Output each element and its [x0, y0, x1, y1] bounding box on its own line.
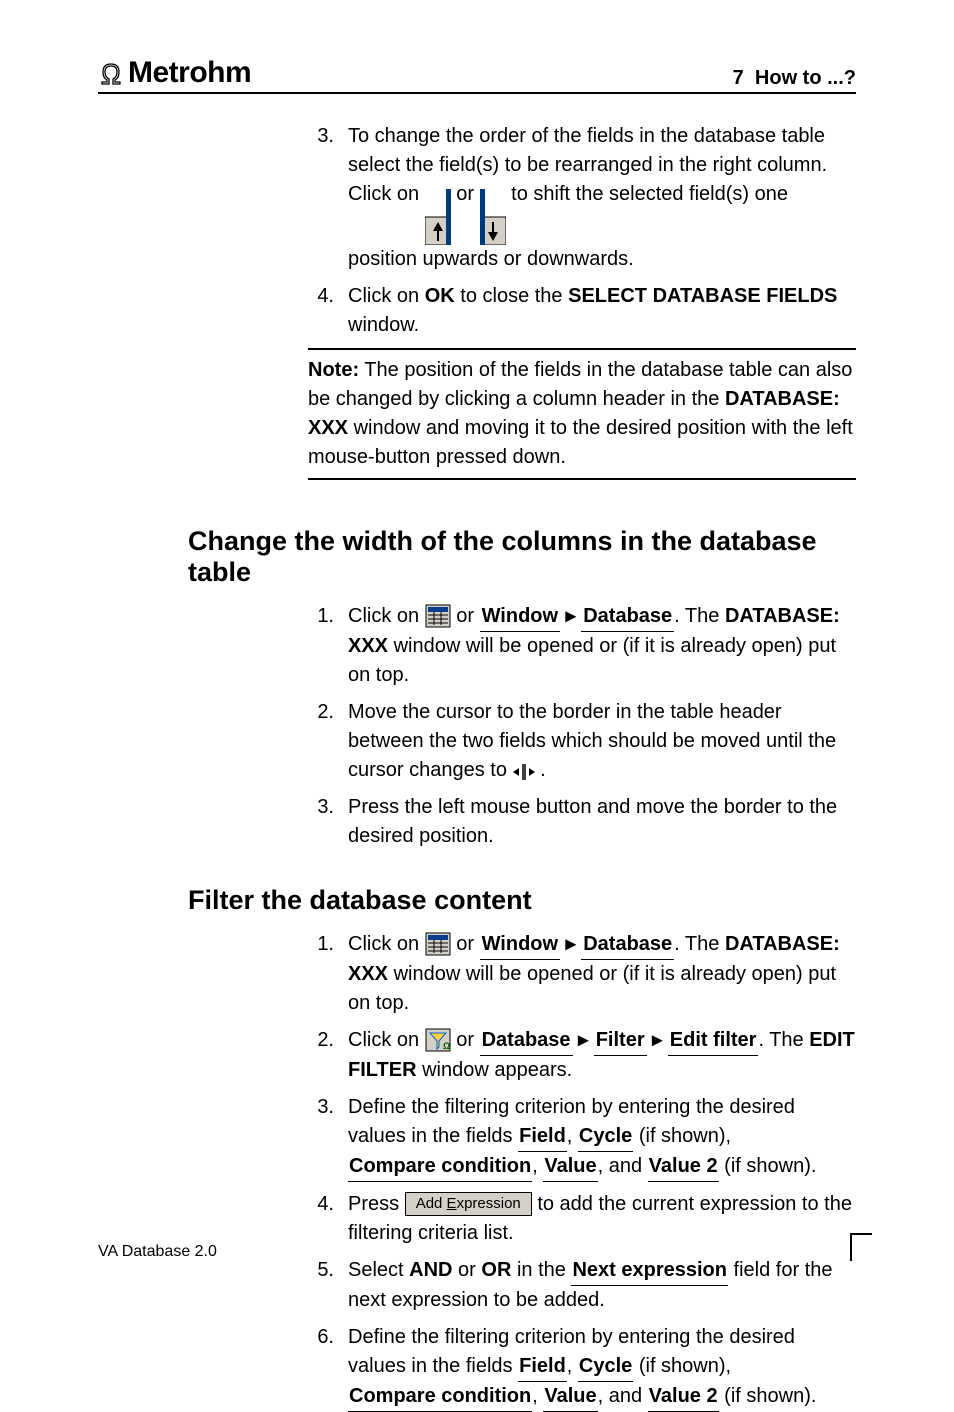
footer-left: VA Database 2.0	[98, 1243, 217, 1261]
section-change-width-title: Change the width of the columns in the d…	[98, 526, 856, 588]
page-footer: VA Database 2.0 185	[98, 1233, 872, 1261]
step-b1: 1. Click on or	[308, 602, 856, 690]
steps-block-a: 3. To change the order of the fields in …	[308, 122, 856, 340]
brand-logo: Metrohm	[98, 56, 251, 90]
step-b3: 3. Press the left mouse button and move …	[308, 793, 856, 851]
filter-icon: Ω	[425, 1027, 451, 1053]
arrow-up-button-icon	[425, 189, 451, 245]
step-4: 4. Click on OK to close the SELECT DATAB…	[308, 282, 856, 340]
steps-block-b: 1. Click on or	[308, 602, 856, 851]
svg-text:Ω: Ω	[443, 1041, 450, 1051]
step-c5: 5. Select AND or OR in the Next expressi…	[308, 1256, 856, 1315]
add-expression-button-icon: Add Expression	[405, 1192, 532, 1216]
steps-block-c: 1. Click on or	[308, 930, 856, 1412]
step-c6: 6. Define the filtering criterion by ent…	[308, 1323, 856, 1412]
step-b2: 2. Move the cursor to the border in the …	[308, 698, 856, 785]
page-corner-mark	[850, 1233, 872, 1261]
note-block: Note: The position of the fields in the …	[308, 348, 856, 480]
step-c1: 1. Click on or	[308, 930, 856, 1018]
omega-icon	[98, 60, 124, 91]
brand-text: Metrohm	[128, 56, 251, 90]
arrow-down-button-icon	[480, 189, 506, 245]
database-window-icon	[425, 603, 451, 629]
database-window-icon	[425, 931, 451, 957]
step-c3: 3. Define the filtering criterion by ent…	[308, 1093, 856, 1182]
page-number: 185	[813, 1243, 840, 1261]
step-c2: 2. Click on Ω or Database ▸ Filter ▸ Edi…	[308, 1026, 856, 1085]
section-filter-title: Filter the database content	[98, 885, 856, 916]
step-3: 3. To change the order of the fields in …	[308, 122, 856, 274]
page-header: Metrohm 7 How to ...?	[98, 56, 856, 94]
column-resize-cursor-icon	[513, 759, 541, 781]
chapter-label: 7 How to ...?	[733, 67, 856, 90]
